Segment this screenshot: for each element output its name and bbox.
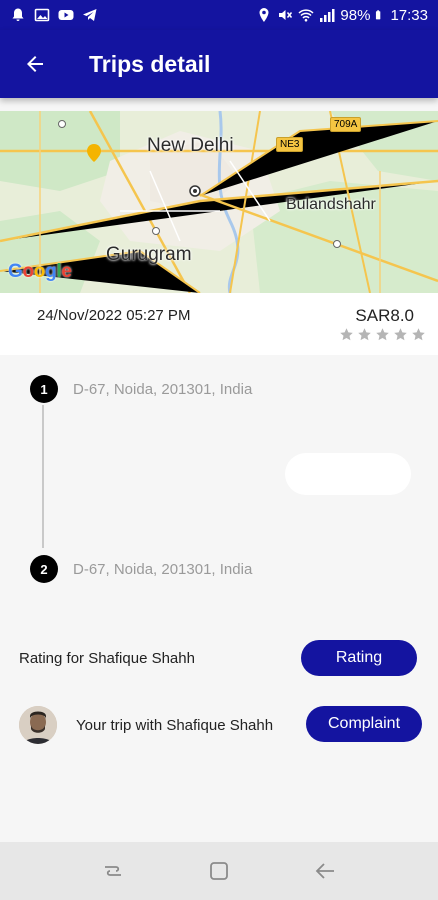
star-icon (412, 328, 425, 341)
google-logo: Google (8, 261, 72, 282)
notification-bell-icon (12, 8, 24, 21)
highway-shield: NE3 (276, 137, 304, 152)
trip-summary: 24/Nov/2022 05:27 PM SAR8.0 (0, 293, 438, 355)
map-city-label: Bulandshahr (286, 196, 376, 213)
recent-apps-icon (105, 866, 121, 876)
recent-apps-button[interactable] (93, 851, 133, 891)
location-icon (259, 8, 269, 22)
app-bar: Trips detail (0, 30, 438, 98)
signal-icon (320, 9, 335, 22)
trip-with-label: Your trip with Shafique Shahh (76, 717, 274, 734)
youtube-icon (58, 10, 74, 20)
system-nav-bar (0, 842, 438, 900)
star-icon (340, 328, 353, 341)
star-icon (376, 328, 389, 341)
star-rating (339, 327, 426, 342)
route-connector-line (42, 405, 44, 548)
status-bar: 98% 17:33 (0, 0, 438, 30)
complaint-button[interactable]: Complaint (306, 706, 422, 742)
map-city-label: Gurugram (106, 244, 192, 265)
dropoff-stop-number: 2 (30, 555, 58, 583)
blank-card (285, 453, 411, 495)
star-icon (358, 328, 371, 341)
trip-date: 24/Nov/2022 05:27 PM (37, 307, 191, 324)
rating-button[interactable]: Rating (301, 640, 417, 676)
battery-percent: 98% (340, 6, 371, 24)
arrow-left-icon (27, 56, 43, 72)
star-icon (394, 328, 407, 341)
person-avatar-icon (19, 706, 57, 744)
map-city-label: New Delhi (147, 135, 234, 156)
clock-time: 17:33 (390, 6, 428, 24)
back-arrow-icon (315, 863, 334, 879)
page-title: Trips detail (89, 50, 211, 77)
mute-icon (279, 10, 293, 20)
driver-avatar (19, 706, 57, 744)
back-button[interactable] (15, 44, 55, 84)
route-map[interactable]: NE3 709A New Delhi Gurugram Bulandshahr … (0, 111, 438, 293)
home-square-icon (210, 862, 228, 880)
rating-label: Rating for Shafique Shahh (19, 650, 195, 667)
pickup-address: D-67, Noida, 201301, India (73, 381, 253, 398)
wifi-icon (298, 9, 314, 22)
highway-shield: 709A (330, 117, 362, 132)
pickup-stop-number: 1 (30, 375, 58, 403)
dropoff-address: D-67, Noida, 201301, India (73, 561, 253, 578)
telegram-icon (83, 9, 97, 21)
system-back-button[interactable] (305, 851, 345, 891)
home-button[interactable] (199, 851, 239, 891)
trip-fare: SAR8.0 (355, 306, 414, 325)
battery-icon (376, 10, 381, 20)
gallery-icon (34, 8, 50, 22)
